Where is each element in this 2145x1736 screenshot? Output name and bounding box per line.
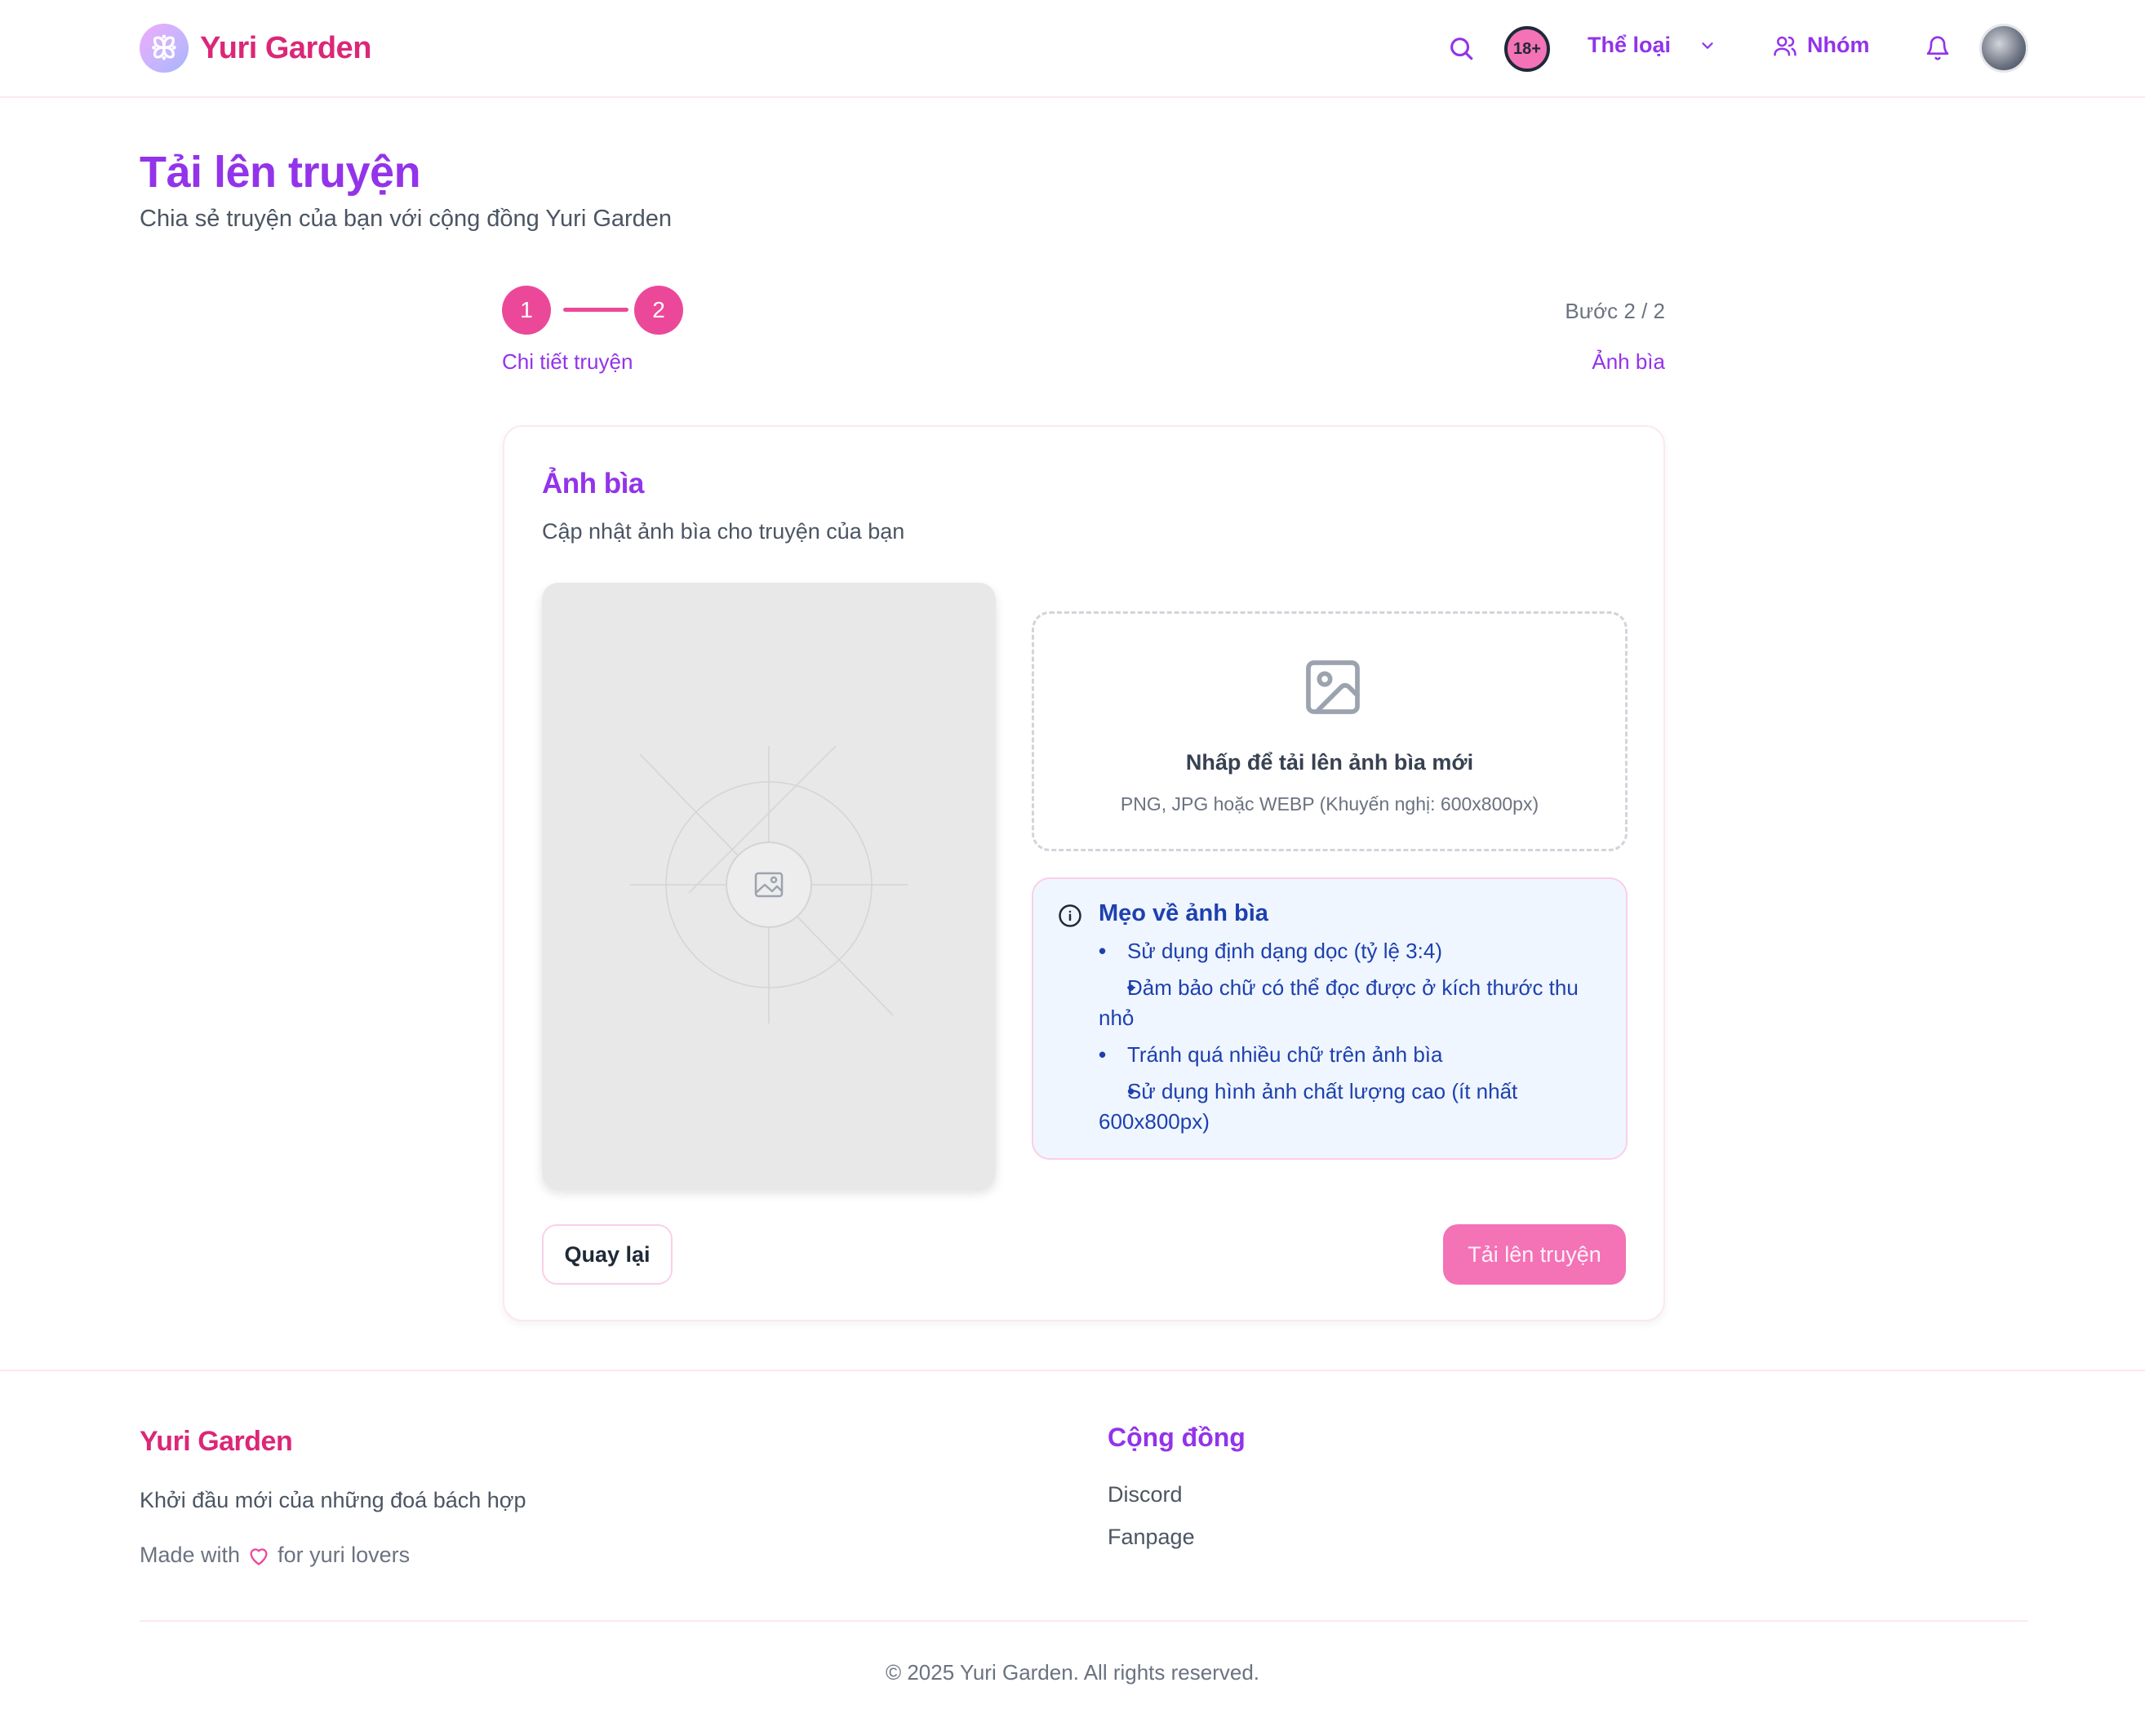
nsfw-toggle-button[interactable]: 18+ (1504, 26, 1550, 72)
step-counter: Bước 2 / 2 (1565, 299, 1665, 323)
image-placeholder-graphic (630, 745, 908, 1023)
copyright: © 2025 Yuri Garden. All rights reserved. (885, 1660, 1260, 1685)
tip-item: Sử dụng định dạng dọc (tỷ lệ 3:4) (1099, 936, 1605, 966)
tip-item: Sử dụng hình ảnh chất lượng cao (ít nhất… (1099, 1077, 1605, 1137)
step-1-label: Chi tiết truyện (502, 349, 633, 374)
group-nav-link[interactable]: Nhóm (1773, 33, 1870, 58)
discord-link[interactable]: Discord (1108, 1482, 1183, 1507)
logo-glyph: ꕥ (150, 30, 178, 64)
step-1-number: 1 (520, 297, 533, 322)
card-title: Ảnh bìa (542, 468, 644, 499)
footer-divider (0, 1370, 2145, 1371)
page-title: Tải lên truyện (140, 148, 421, 197)
tips-list: Sử dụng định dạng dọc (tỷ lệ 3:4) Đảm bả… (1099, 936, 1605, 1143)
made-with-prefix: Made with (140, 1543, 241, 1567)
user-avatar[interactable] (1979, 24, 2028, 73)
group-nav-label: Nhóm (1807, 33, 1870, 57)
brand-logo-link[interactable]: ꕥ Yuri Garden (140, 24, 371, 73)
page-subtitle: Chia sẻ truyện của bạn với cộng đồng Yur… (140, 206, 673, 232)
cover-tips-box: Mẹo về ảnh bìa Sử dụng định dạng dọc (tỷ… (1032, 877, 1628, 1160)
heart-icon (250, 1547, 268, 1565)
info-icon (1059, 904, 1081, 927)
footer-made-with: Made with for yuri lovers (140, 1543, 410, 1568)
users-icon (1774, 36, 1796, 55)
image-upload-icon (1306, 660, 1360, 714)
tip-item: Đảm bảo chữ có thể đọc được ở kích thước… (1099, 973, 1605, 1033)
tips-title: Mẹo về ảnh bìa (1099, 900, 1268, 926)
made-with-suffix: for yuri lovers (278, 1543, 411, 1567)
age-badge-label: 18+ (1513, 39, 1541, 58)
genre-dropdown-label: Thể loại (1588, 33, 1672, 57)
brand-name: Yuri Garden (200, 30, 371, 65)
bell-icon[interactable] (1925, 34, 1951, 62)
cover-upload-card: Ảnh bìa Cập nhật ảnh bìa cho truyện của … (503, 425, 1665, 1321)
step-2-label: Ảnh bìa (1592, 349, 1665, 374)
dropzone-hint: PNG, JPG hoặc WEBP (Khuyến nghị: 600x800… (1120, 793, 1539, 815)
step-1-indicator[interactable]: 1 (502, 286, 551, 335)
step-connector (563, 308, 628, 312)
footer-bottom-divider (140, 1620, 2028, 1622)
chevron-down-icon (1702, 42, 1713, 49)
footer-brand: Yuri Garden (140, 1426, 293, 1457)
footer-tagline: Khởi đầu mới của những đoá bách hợp (140, 1488, 526, 1512)
footer-community-title: Cộng đồng (1108, 1423, 1246, 1452)
tip-item: Tránh quá nhiều chữ trên ảnh bìa (1099, 1040, 1605, 1070)
upload-story-button[interactable]: Tải lên truyện (1443, 1224, 1626, 1285)
step-2-indicator: 2 (634, 286, 683, 335)
logo-icon: ꕥ (140, 24, 189, 73)
card-subtitle: Cập nhật ảnh bìa cho truyện của bạn (542, 519, 905, 544)
step-2-number: 2 (652, 297, 665, 322)
fanpage-link[interactable]: Fanpage (1108, 1525, 1195, 1550)
genre-dropdown[interactable]: Thể loại (1588, 33, 1716, 58)
back-button[interactable]: Quay lại (542, 1224, 673, 1285)
cover-preview (542, 583, 996, 1188)
cover-dropzone[interactable]: Nhấp để tải lên ảnh bìa mới PNG, JPG hoặ… (1032, 611, 1628, 851)
search-icon[interactable] (1447, 34, 1475, 62)
top-navbar: ꕥ Yuri Garden 18+ Thể loại Nhóm (0, 0, 2145, 98)
dropzone-title: Nhấp để tải lên ảnh bìa mới (1185, 750, 1474, 775)
